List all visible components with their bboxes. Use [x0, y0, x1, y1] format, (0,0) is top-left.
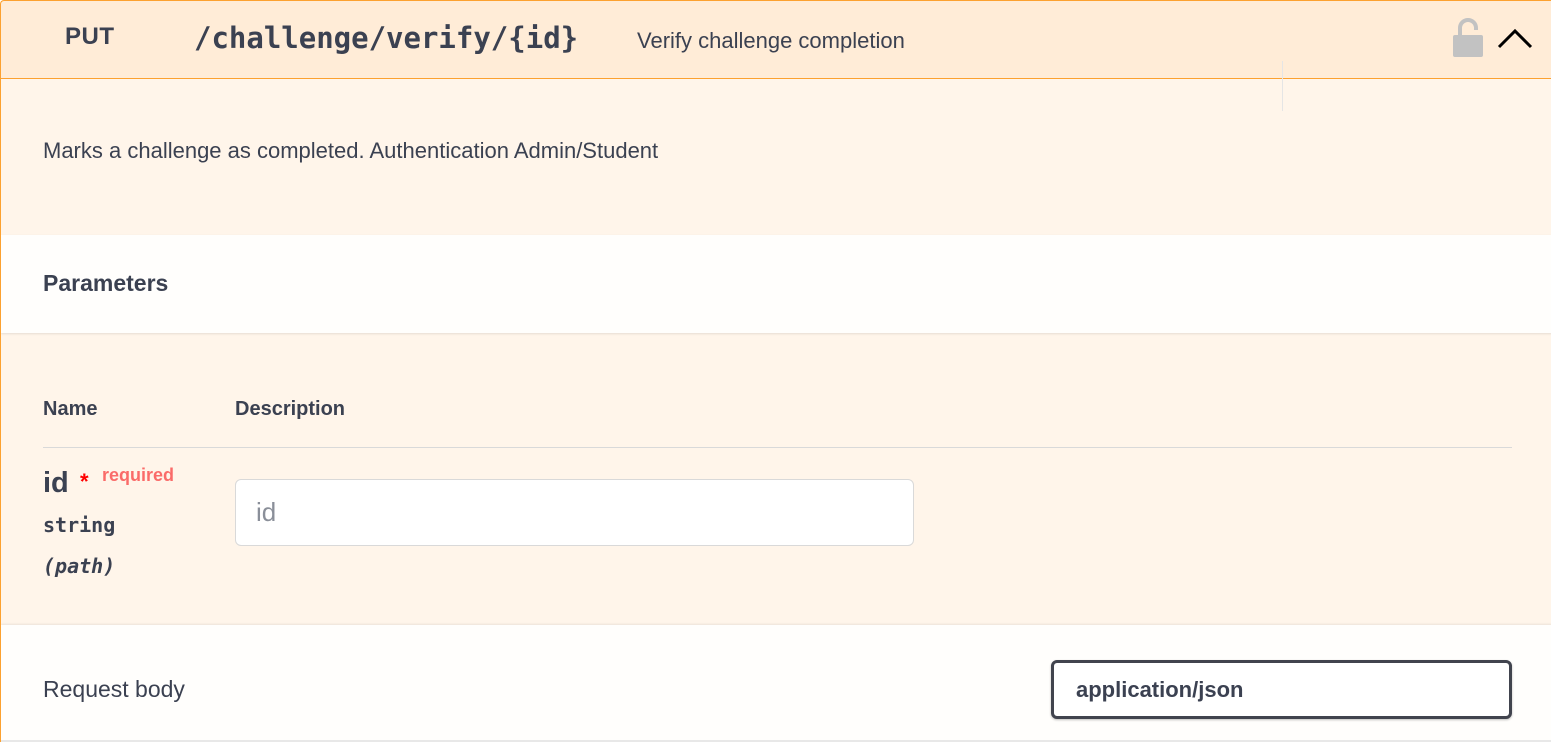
operation-summary[interactable]: PUT /challenge/verify/{id} Verify challe… [1, 1, 1551, 79]
operation-summary-text: Verify challenge completion [637, 28, 905, 53]
request-body-label: Request body [43, 676, 185, 702]
parameters-title: Parameters [43, 270, 169, 296]
operation-description: Marks a challenge as completed. Authenti… [43, 138, 659, 163]
id-parameter-input[interactable] [235, 479, 914, 546]
select-divider [1282, 61, 1283, 111]
http-method-badge: PUT [65, 23, 115, 50]
required-star: * [80, 469, 89, 494]
operation-block-put: PUT /challenge/verify/{id} Verify challe… [0, 0, 1551, 742]
parameter-name: id [43, 467, 69, 499]
table-header-divider [43, 447, 1512, 448]
required-label: required [102, 465, 175, 485]
content-type-select[interactable]: application/json [1051, 660, 1512, 719]
lock-icon[interactable] [1452, 17, 1484, 59]
parameters-section-header: Parameters [1, 235, 1551, 333]
request-body-section: Request body application/json [1, 625, 1551, 742]
column-header-description: Description [235, 398, 346, 420]
parameter-type: string [43, 513, 116, 537]
chevron-up-icon[interactable] [1496, 21, 1534, 55]
operation-path[interactable]: /challenge/verify/{id} [194, 21, 578, 55]
content-type-selected-value: application/json [1076, 677, 1244, 702]
parameter-location: (path) [43, 554, 116, 578]
column-header-name: Name [43, 398, 98, 420]
